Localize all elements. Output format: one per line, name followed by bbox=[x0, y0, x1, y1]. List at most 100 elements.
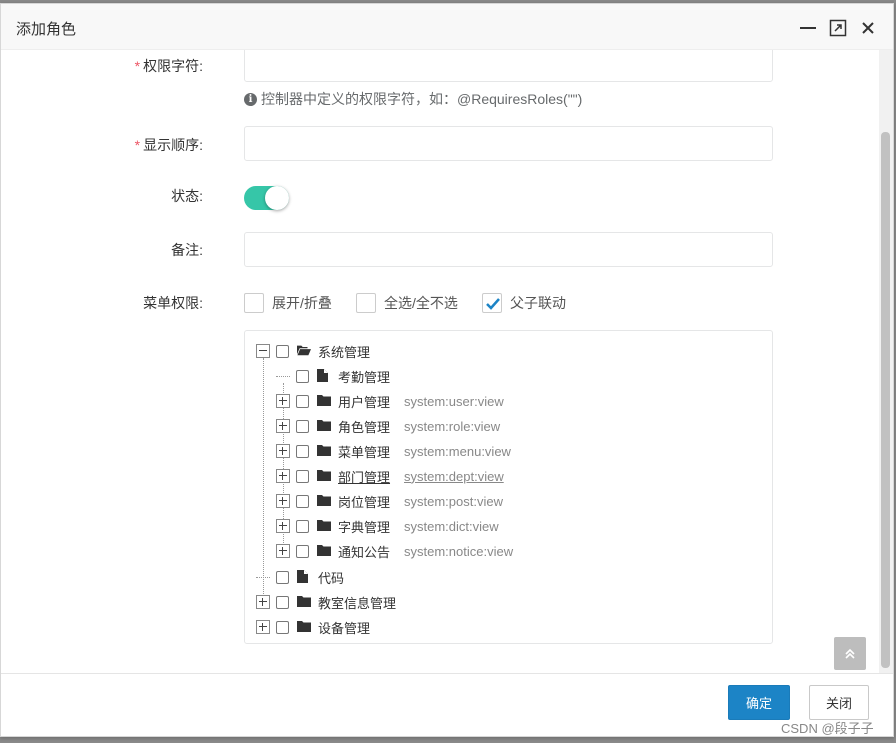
scroll-thumb[interactable] bbox=[881, 132, 890, 668]
perm-key-help: i 控制器中定义的权限字符，如：@RequiresRoles("") bbox=[244, 89, 582, 109]
close-icon[interactable] bbox=[859, 19, 877, 37]
tree-node-checkbox[interactable] bbox=[296, 469, 309, 483]
expand-icon[interactable] bbox=[276, 494, 290, 508]
sort-order-input[interactable] bbox=[244, 126, 773, 161]
select-all-label: 全选/全不选 bbox=[384, 295, 458, 311]
folder-icon bbox=[317, 419, 331, 433]
tree-node-checkbox[interactable] bbox=[276, 595, 289, 609]
required-mark: * bbox=[134, 137, 141, 153]
tree-node-label[interactable]: 岗位管理 bbox=[338, 492, 390, 511]
tree-node-perm: system:role:view bbox=[404, 418, 501, 434]
sort-order-label: * 显示顺序: bbox=[3, 135, 203, 155]
tree-node[interactable]: 岗位管理 system:post:view bbox=[276, 491, 503, 511]
expand-icon[interactable] bbox=[276, 519, 290, 533]
check-icon bbox=[486, 298, 500, 310]
expand-icon[interactable] bbox=[276, 394, 290, 408]
folder-icon bbox=[317, 544, 331, 558]
tree-node-label[interactable]: 考勤管理 bbox=[338, 367, 390, 386]
tree-node-label[interactable]: 系统管理 bbox=[318, 342, 370, 361]
tree-node-perm: system:menu:view bbox=[404, 443, 511, 459]
perm-key-label-text: 权限字符: bbox=[143, 58, 203, 74]
close-button[interactable]: 关闭 bbox=[809, 685, 869, 720]
remark-input[interactable] bbox=[244, 232, 773, 267]
cascade-checkbox[interactable] bbox=[482, 293, 502, 313]
tree-node-checkbox[interactable] bbox=[296, 419, 309, 433]
folder-open-icon bbox=[297, 344, 311, 358]
info-icon: i bbox=[244, 92, 257, 106]
menu-tree: 系统管理考勤管理用户管理 system:user:view 角色管理 system:r… bbox=[244, 330, 773, 644]
tree-node[interactable]: 菜单管理 system:menu:view bbox=[276, 441, 511, 461]
tree-node-label[interactable]: 代码 bbox=[318, 568, 344, 587]
double-chevron-up-icon[interactable] bbox=[834, 637, 866, 670]
expand-icon[interactable] bbox=[256, 620, 270, 634]
tree-node-perm: system:dict:view bbox=[404, 518, 499, 534]
tree-node[interactable]: 设备管理 bbox=[256, 617, 370, 637]
confirm-button[interactable]: 确定 bbox=[728, 685, 790, 720]
tree-node-checkbox[interactable] bbox=[296, 394, 309, 408]
tree-node-label[interactable]: 通知公告 bbox=[338, 542, 390, 561]
tree-node-perm: system:notice:view bbox=[404, 543, 514, 559]
tree-node[interactable]: 通知公告 system:notice:view bbox=[276, 541, 513, 561]
tree-node-checkbox[interactable] bbox=[296, 519, 309, 533]
expand-icon[interactable] bbox=[276, 544, 290, 558]
tree-node-checkbox[interactable] bbox=[276, 620, 289, 634]
tree-node-label[interactable]: 设备管理 bbox=[318, 618, 370, 637]
tree-node-checkbox[interactable] bbox=[296, 544, 309, 558]
folder-icon bbox=[317, 469, 331, 483]
tree-node-label[interactable]: 部门管理 bbox=[338, 467, 390, 486]
expand-icon[interactable] bbox=[276, 469, 290, 483]
file-icon bbox=[317, 369, 331, 383]
maximize-icon[interactable] bbox=[829, 19, 847, 37]
tree-node-perm: system:user:view bbox=[404, 393, 504, 409]
tree-node-perm: system:post:view bbox=[404, 493, 503, 509]
select-all-option[interactable]: 全选/全不选 bbox=[356, 293, 458, 313]
tree-node[interactable]: 角色管理 system:role:view bbox=[276, 416, 500, 436]
perm-key-input[interactable] bbox=[244, 50, 773, 82]
menu-perm-label: 菜单权限: bbox=[143, 295, 203, 311]
tree-node[interactable]: 系统管理 bbox=[256, 341, 370, 361]
tree-node[interactable]: 部门管理 system:dept:view bbox=[276, 466, 504, 486]
expand-icon[interactable] bbox=[276, 444, 290, 458]
minimize-icon[interactable] bbox=[799, 19, 817, 37]
select-all-checkbox[interactable] bbox=[356, 293, 376, 313]
tree-node[interactable]: 代码 bbox=[256, 567, 344, 587]
tree-node[interactable]: 字典管理 system:dict:view bbox=[276, 516, 499, 536]
folder-icon bbox=[317, 519, 331, 533]
expand-collapse-label: 展开/折叠 bbox=[272, 295, 332, 311]
tree-node[interactable]: 用户管理 system:user:view bbox=[276, 391, 504, 411]
perm-key-label: * 权限字符: bbox=[3, 56, 203, 76]
perm-key-help-text: 控制器中定义的权限字符，如：@RequiresRoles("") bbox=[261, 91, 583, 107]
tree-connector bbox=[256, 570, 276, 584]
expand-collapse-option[interactable]: 展开/折叠 bbox=[244, 293, 332, 313]
dialog-footer: 确定 关闭 bbox=[1, 673, 893, 736]
tree-node-checkbox[interactable] bbox=[296, 444, 309, 458]
tree-node-label[interactable]: 角色管理 bbox=[338, 417, 390, 436]
collapse-icon[interactable] bbox=[256, 344, 270, 358]
expand-icon[interactable] bbox=[256, 595, 270, 609]
dialog-title-bar[interactable]: 添加角色 bbox=[1, 4, 893, 50]
remark-label: 备注: bbox=[171, 242, 203, 258]
folder-icon bbox=[297, 595, 311, 609]
status-label: 状态: bbox=[171, 188, 203, 204]
tree-node-label[interactable]: 教室信息管理 bbox=[318, 593, 396, 612]
tree-node[interactable]: 考勤管理 bbox=[276, 366, 390, 386]
tree-node[interactable]: 教室信息管理 bbox=[256, 592, 396, 612]
dialog-title: 添加角色 bbox=[16, 21, 77, 38]
cascade-option[interactable]: 父子联动 bbox=[482, 293, 566, 313]
expand-collapse-checkbox[interactable] bbox=[244, 293, 264, 313]
tree-connector bbox=[276, 369, 296, 383]
vertical-scrollbar[interactable] bbox=[879, 50, 893, 676]
required-mark: * bbox=[134, 58, 141, 74]
expand-icon[interactable] bbox=[276, 419, 290, 433]
toggle-knob bbox=[265, 186, 289, 210]
tree-node-checkbox[interactable] bbox=[296, 369, 309, 383]
tree-node-checkbox[interactable] bbox=[296, 494, 309, 508]
tree-node-checkbox[interactable] bbox=[276, 344, 289, 358]
tree-node-checkbox[interactable] bbox=[276, 570, 289, 584]
tree-node-label[interactable]: 菜单管理 bbox=[338, 442, 390, 461]
cascade-label: 父子联动 bbox=[510, 295, 566, 311]
status-toggle[interactable] bbox=[244, 186, 289, 210]
tree-node-label[interactable]: 用户管理 bbox=[338, 392, 390, 411]
folder-icon bbox=[317, 394, 331, 408]
tree-node-label[interactable]: 字典管理 bbox=[338, 517, 390, 536]
